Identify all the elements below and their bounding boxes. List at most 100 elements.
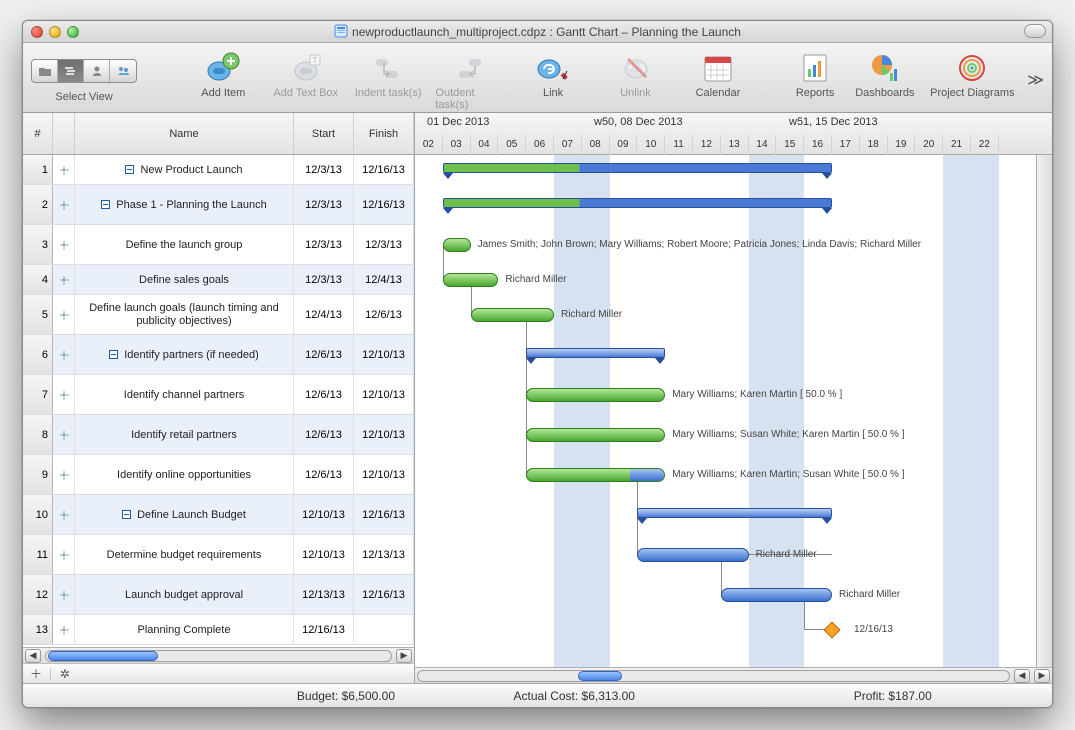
row-number[interactable]: 12 <box>23 575 53 614</box>
day-header[interactable]: 21 <box>943 135 971 155</box>
day-header[interactable]: 05 <box>498 135 526 155</box>
collapse-toggle[interactable] <box>122 510 131 519</box>
task-start-cell[interactable]: 12/10/13 <box>294 535 354 574</box>
toolbar-toggle-button[interactable] <box>1024 24 1046 38</box>
table-row[interactable]: 4Define sales goals12/3/1312/4/13 <box>23 265 414 295</box>
gantt-vscrollbar[interactable] <box>1036 155 1052 667</box>
task-finish-cell[interactable]: 12/16/13 <box>354 185 414 224</box>
row-number[interactable]: 10 <box>23 495 53 534</box>
col-header-name[interactable]: Name <box>75 113 294 154</box>
table-row[interactable]: 13Planning Complete12/16/13 <box>23 615 414 645</box>
reports-button[interactable]: Reports <box>790 47 841 99</box>
table-options-button[interactable]: ✲ <box>56 666 74 682</box>
table-hscrollbar[interactable]: ◀ ▶ <box>23 647 414 663</box>
task-bar[interactable]: Richard Miller <box>443 273 499 287</box>
table-row[interactable]: 3Define the launch group12/3/1312/3/13 <box>23 225 414 265</box>
summary-bar[interactable] <box>637 508 832 518</box>
collapse-toggle[interactable] <box>125 165 134 174</box>
unlink-button[interactable]: Unlink <box>600 47 670 99</box>
row-number[interactable]: 7 <box>23 375 53 414</box>
summary-bar[interactable] <box>443 163 832 173</box>
day-header[interactable]: 14 <box>749 135 777 155</box>
row-number[interactable]: 2 <box>23 185 53 224</box>
day-header[interactable]: 11 <box>665 135 693 155</box>
task-bar[interactable]: Mary Williams; Karen Martin; Susan White… <box>526 468 665 482</box>
task-finish-cell[interactable]: 12/10/13 <box>354 455 414 494</box>
scroll-track[interactable] <box>417 670 1010 682</box>
task-finish-cell[interactable]: 12/4/13 <box>354 265 414 294</box>
task-finish-cell[interactable]: 12/6/13 <box>354 295 414 334</box>
row-number[interactable]: 11 <box>23 535 53 574</box>
table-row[interactable]: 9Identify online opportunities12/6/1312/… <box>23 455 414 495</box>
task-start-cell[interactable]: 12/3/13 <box>294 225 354 264</box>
table-row[interactable]: 2 Phase 1 - Planning the Launch12/3/1312/… <box>23 185 414 225</box>
task-finish-cell[interactable]: 12/3/13 <box>354 225 414 264</box>
row-number[interactable]: 4 <box>23 265 53 294</box>
collapse-toggle[interactable] <box>109 350 118 359</box>
task-name-cell[interactable]: Launch budget approval <box>75 575 294 614</box>
view-gantt-button[interactable] <box>58 60 84 82</box>
task-finish-cell[interactable]: 12/16/13 <box>354 575 414 614</box>
scroll-right-button[interactable]: ▶ <box>396 649 412 663</box>
task-name-cell[interactable]: Identify retail partners <box>75 415 294 454</box>
gantt-area[interactable]: James Smith; John Brown; Mary Williams; … <box>415 155 1052 667</box>
add-item-button[interactable]: Add Item <box>188 47 258 99</box>
task-name-cell[interactable]: Planning Complete <box>75 615 294 644</box>
task-name-cell[interactable]: Define Launch Budget <box>75 495 294 534</box>
summary-bar[interactable] <box>443 198 832 208</box>
table-row[interactable]: 7Identify channel partners12/6/1312/10/1… <box>23 375 414 415</box>
col-header-number[interactable]: # <box>23 113 53 154</box>
scroll-track[interactable] <box>45 650 392 662</box>
row-number[interactable]: 9 <box>23 455 53 494</box>
task-name-cell[interactable]: Identify partners (if needed) <box>75 335 294 374</box>
task-name-cell[interactable]: Phase 1 - Planning the Launch <box>75 185 294 224</box>
view-folder-button[interactable] <box>32 60 58 82</box>
task-start-cell[interactable]: 12/10/13 <box>294 495 354 534</box>
task-name-cell[interactable]: Define the launch group <box>75 225 294 264</box>
day-header[interactable]: 09 <box>610 135 638 155</box>
task-bar[interactable]: Richard Miller <box>721 588 832 602</box>
task-finish-cell[interactable] <box>354 615 414 644</box>
table-row[interactable]: 1New Product Launch12/3/1312/16/13 <box>23 155 414 185</box>
task-start-cell[interactable]: 12/6/13 <box>294 375 354 414</box>
indent-tasks-button[interactable]: Indent task(s) <box>353 47 423 99</box>
table-row[interactable]: 10 Define Launch Budget12/10/1312/16/13 <box>23 495 414 535</box>
task-bar[interactable]: James Smith; John Brown; Mary Williams; … <box>443 238 471 252</box>
dashboards-button[interactable]: Dashboards <box>852 47 917 99</box>
task-finish-cell[interactable]: 12/16/13 <box>354 495 414 534</box>
day-header[interactable]: 04 <box>471 135 499 155</box>
task-name-cell[interactable]: Define sales goals <box>75 265 294 294</box>
day-header[interactable]: 17 <box>832 135 860 155</box>
row-number[interactable]: 6 <box>23 335 53 374</box>
task-bar[interactable]: Richard Miller <box>471 308 554 322</box>
day-header[interactable]: 22 <box>971 135 999 155</box>
row-number[interactable]: 8 <box>23 415 53 454</box>
scroll-thumb[interactable] <box>48 651 158 661</box>
summary-bar[interactable] <box>526 348 665 358</box>
view-resources-button[interactable] <box>84 60 110 82</box>
link-button[interactable]: Link <box>518 47 588 99</box>
scroll-right-button[interactable]: ▶ <box>1034 669 1050 683</box>
table-row[interactable]: 12Launch budget approval12/13/1312/16/13 <box>23 575 414 615</box>
scroll-left-button[interactable]: ◀ <box>1014 669 1030 683</box>
table-row[interactable]: 11Determine budget requirements12/10/131… <box>23 535 414 575</box>
row-number[interactable]: 3 <box>23 225 53 264</box>
task-start-cell[interactable]: 12/4/13 <box>294 295 354 334</box>
day-header[interactable]: 12 <box>693 135 721 155</box>
task-start-cell[interactable]: 12/16/13 <box>294 615 354 644</box>
task-finish-cell[interactable]: 12/10/13 <box>354 375 414 414</box>
day-header[interactable]: 13 <box>721 135 749 155</box>
task-start-cell[interactable]: 12/3/13 <box>294 185 354 224</box>
row-number[interactable]: 1 <box>23 155 53 184</box>
table-row[interactable]: 5Define launch goals (launch timing and … <box>23 295 414 335</box>
scroll-thumb[interactable] <box>578 671 622 681</box>
task-bar[interactable]: Mary Williams; Karen Martin [ 50.0 % ] <box>526 388 665 402</box>
gantt-hscrollbar[interactable]: ◀ ▶ <box>415 667 1052 683</box>
task-start-cell[interactable]: 12/3/13 <box>294 155 354 184</box>
table-row[interactable]: 8Identify retail partners12/6/1312/10/13 <box>23 415 414 455</box>
day-header[interactable]: 18 <box>860 135 888 155</box>
col-header-start[interactable]: Start <box>294 113 354 154</box>
task-finish-cell[interactable]: 12/16/13 <box>354 155 414 184</box>
task-finish-cell[interactable]: 12/10/13 <box>354 335 414 374</box>
scroll-left-button[interactable]: ◀ <box>25 649 41 663</box>
